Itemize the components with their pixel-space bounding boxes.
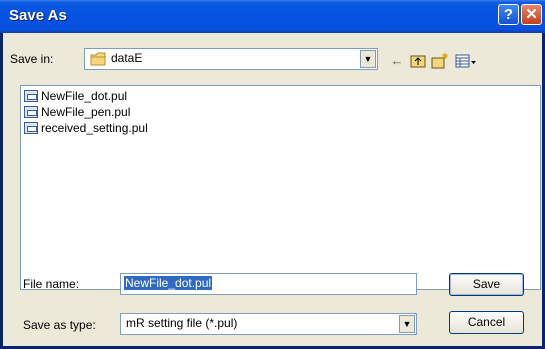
pul-file-icon — [24, 106, 38, 118]
cancel-button[interactable]: Cancel — [449, 311, 524, 334]
title-bar[interactable]: Save As ? ✕ — [0, 0, 545, 33]
dialog-title: Save As — [9, 7, 67, 24]
help-icon: ? — [503, 6, 514, 23]
new-folder-icon[interactable] — [430, 52, 448, 70]
save-in-dropdown[interactable]: dataE ▼ — [84, 48, 378, 70]
save-as-dialog: Save As ? ✕ Save in: dataE ▼ ← NewFile_d — [0, 0, 545, 349]
chevron-down-icon[interactable]: ▼ — [399, 315, 415, 333]
back-arrow-icon[interactable]: ← — [388, 52, 406, 70]
view-menu-icon[interactable] — [454, 52, 478, 70]
chevron-down-icon[interactable]: ▼ — [360, 50, 376, 68]
save-as-type-label: Save as type: — [23, 318, 96, 332]
pul-file-icon — [24, 90, 38, 102]
dialog-body: Save in: dataE ▼ ← NewFile_dot.pul NewFi… — [3, 33, 542, 346]
save-in-value: dataE — [111, 51, 143, 65]
file-name-input[interactable]: NewFile_dot.pul — [120, 273, 417, 295]
save-in-label: Save in: — [10, 52, 54, 66]
pul-file-icon — [24, 122, 38, 134]
save-button[interactable]: Save — [449, 273, 524, 296]
save-as-type-value: mR setting file (*.pul) — [126, 316, 238, 330]
file-name-value: NewFile_dot.pul — [124, 276, 213, 290]
folder-icon — [90, 52, 106, 66]
close-icon: ✕ — [525, 6, 538, 23]
file-list[interactable]: NewFile_dot.pul NewFile_pen.pul received… — [20, 85, 541, 290]
help-button[interactable]: ? — [498, 4, 519, 25]
save-as-type-dropdown[interactable]: mR setting file (*.pul) ▼ — [120, 313, 417, 335]
close-button[interactable]: ✕ — [521, 4, 542, 25]
file-name-label: File name: — [23, 277, 80, 291]
up-folder-icon[interactable] — [409, 52, 427, 70]
